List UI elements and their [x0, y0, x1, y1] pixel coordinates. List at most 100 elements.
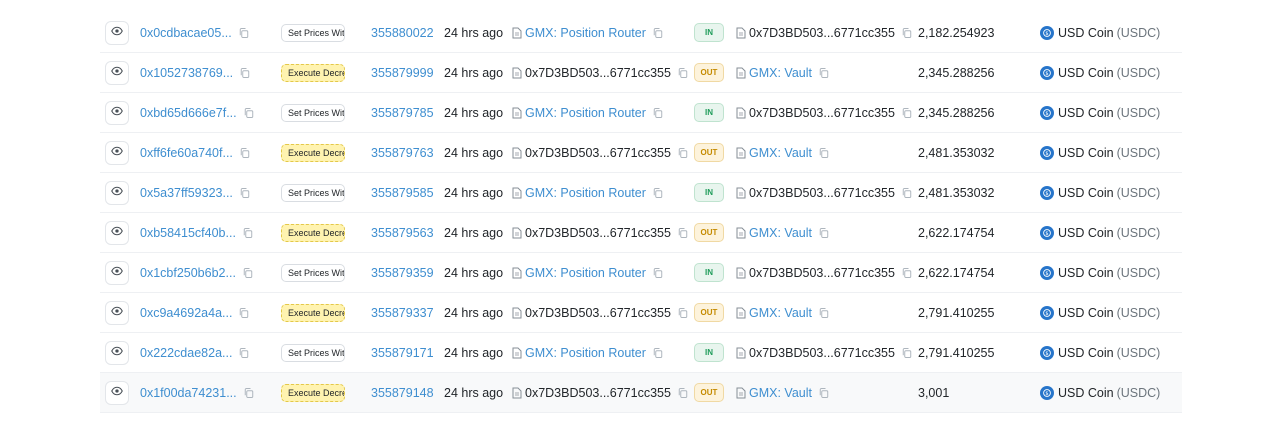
eye-icon — [111, 105, 123, 120]
copy-icon[interactable] — [652, 187, 664, 199]
copy-icon[interactable] — [901, 27, 913, 39]
block-link[interactable]: 355879171 — [371, 346, 434, 360]
block-link[interactable]: 355879585 — [371, 186, 434, 200]
from-address[interactable]: GMX: Position Router — [525, 26, 646, 40]
copy-icon[interactable] — [238, 347, 250, 359]
usdc-icon: $ — [1040, 265, 1054, 280]
copy-icon[interactable] — [901, 347, 913, 359]
svg-text:$: $ — [1045, 191, 1048, 197]
token-link[interactable]: USD Coin — [1058, 346, 1114, 360]
tx-hash-link[interactable]: 0x0cdbacae05... — [140, 26, 232, 40]
view-details-button[interactable] — [105, 380, 129, 405]
block-link[interactable]: 355879337 — [371, 306, 434, 320]
block-link[interactable]: 355879148 — [371, 386, 434, 400]
copy-icon[interactable] — [238, 307, 250, 319]
copy-icon[interactable] — [243, 107, 255, 119]
copy-icon[interactable] — [901, 267, 913, 279]
token-link[interactable]: USD Coin — [1058, 386, 1114, 400]
copy-icon[interactable] — [238, 27, 250, 39]
table-row: 0xbd65d666e7f... Set Prices Wit... 35587… — [100, 93, 1182, 133]
copy-icon[interactable] — [818, 67, 830, 79]
token-link[interactable]: USD Coin — [1058, 146, 1114, 160]
eye-icon — [111, 305, 123, 320]
from-address[interactable]: GMX: Position Router — [525, 266, 646, 280]
direction-badge: OUT — [694, 303, 724, 322]
copy-icon[interactable] — [242, 227, 254, 239]
view-details-button[interactable] — [105, 260, 129, 285]
view-details-button[interactable] — [105, 140, 129, 165]
eye-icon — [111, 385, 123, 400]
to-address[interactable]: GMX: Vault — [749, 226, 812, 240]
copy-icon[interactable] — [652, 347, 664, 359]
document-icon — [512, 67, 522, 79]
view-details-button[interactable] — [105, 300, 129, 325]
token-link[interactable]: USD Coin — [1058, 106, 1114, 120]
direction-badge: OUT — [694, 143, 724, 162]
from-address: 0x7D3BD503...6771cc355 — [525, 65, 671, 80]
document-icon — [512, 227, 522, 239]
token-link[interactable]: USD Coin — [1058, 266, 1114, 280]
amount-value: 2,791.410255 — [918, 305, 995, 320]
tx-hash-link[interactable]: 0x222cdae82a... — [140, 346, 232, 360]
view-details-button[interactable] — [105, 220, 129, 245]
tx-hash-link[interactable]: 0x1cbf250b6b2... — [140, 266, 236, 280]
from-address[interactable]: GMX: Position Router — [525, 186, 646, 200]
to-address: 0x7D3BD503...6771cc355 — [749, 265, 895, 280]
tx-hash-link[interactable]: 0xb58415cf40b... — [140, 226, 236, 240]
from-address[interactable]: GMX: Position Router — [525, 106, 646, 120]
copy-icon[interactable] — [239, 67, 251, 79]
svg-text:$: $ — [1045, 391, 1048, 397]
block-link[interactable]: 355879785 — [371, 106, 434, 120]
copy-icon[interactable] — [818, 227, 830, 239]
token-link[interactable]: USD Coin — [1058, 306, 1114, 320]
copy-icon[interactable] — [239, 147, 251, 159]
view-details-button[interactable] — [105, 180, 129, 205]
copy-icon[interactable] — [677, 227, 689, 239]
tx-hash-link[interactable]: 0xc9a4692a4a... — [140, 306, 232, 320]
copy-icon[interactable] — [652, 267, 664, 279]
copy-icon[interactable] — [818, 307, 830, 319]
copy-icon[interactable] — [242, 267, 254, 279]
block-link[interactable]: 355879359 — [371, 266, 434, 280]
block-link[interactable]: 355880022 — [371, 26, 434, 40]
tx-hash-link[interactable]: 0x5a37ff59323... — [140, 186, 233, 200]
block-link[interactable]: 355879999 — [371, 66, 434, 80]
view-details-button[interactable] — [105, 60, 129, 85]
to-address[interactable]: GMX: Vault — [749, 146, 812, 160]
view-details-button[interactable] — [105, 100, 129, 125]
token-link[interactable]: USD Coin — [1058, 186, 1114, 200]
copy-icon[interactable] — [901, 107, 913, 119]
copy-icon[interactable] — [818, 387, 830, 399]
token-link[interactable]: USD Coin — [1058, 66, 1114, 80]
to-address[interactable]: GMX: Vault — [749, 306, 812, 320]
tx-hash-link[interactable]: 0x1f00da74231... — [140, 386, 237, 400]
token-link[interactable]: USD Coin — [1058, 26, 1114, 40]
age-text: 24 hrs ago — [444, 345, 504, 360]
copy-icon[interactable] — [677, 307, 689, 319]
block-link[interactable]: 355879563 — [371, 226, 434, 240]
copy-icon[interactable] — [652, 27, 664, 39]
copy-icon[interactable] — [901, 187, 913, 199]
document-icon — [512, 147, 522, 159]
view-details-button[interactable] — [105, 20, 129, 45]
view-details-button[interactable] — [105, 340, 129, 365]
token-symbol: (USDC) — [1116, 385, 1161, 400]
copy-icon[interactable] — [243, 387, 255, 399]
to-address[interactable]: GMX: Vault — [749, 66, 812, 80]
copy-icon[interactable] — [818, 147, 830, 159]
tx-hash-link[interactable]: 0xbd65d666e7f... — [140, 106, 237, 120]
tx-hash-link[interactable]: 0x1052738769... — [140, 66, 233, 80]
token-link[interactable]: USD Coin — [1058, 226, 1114, 240]
copy-icon[interactable] — [239, 187, 251, 199]
tx-hash-link[interactable]: 0xff6fe60a740f... — [140, 146, 233, 160]
copy-icon[interactable] — [677, 147, 689, 159]
document-icon — [512, 187, 522, 199]
to-address[interactable]: GMX: Vault — [749, 386, 812, 400]
block-link[interactable]: 355879763 — [371, 146, 434, 160]
from-address[interactable]: GMX: Position Router — [525, 346, 646, 360]
copy-icon[interactable] — [677, 67, 689, 79]
copy-icon[interactable] — [677, 387, 689, 399]
table-row: 0xb58415cf40b... Execute Decre... 355879… — [100, 213, 1182, 253]
copy-icon[interactable] — [652, 107, 664, 119]
token-symbol: (USDC) — [1116, 145, 1161, 160]
